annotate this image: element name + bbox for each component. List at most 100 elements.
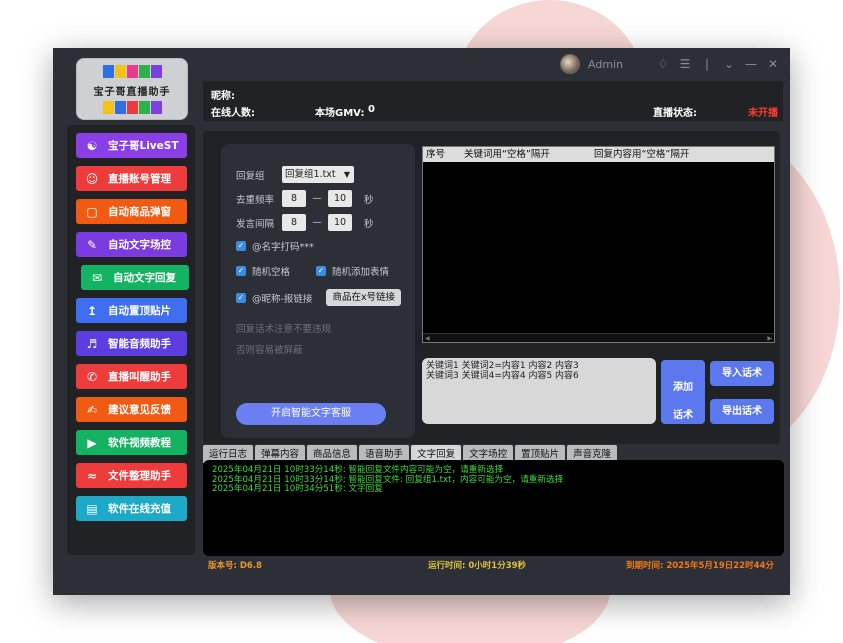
live-status-value: 未开播 xyxy=(748,108,778,119)
sidebar-item-text-reply[interactable]: ✉ 自动文字回复 xyxy=(81,265,189,290)
import-script-button[interactable]: 导入话术 xyxy=(710,361,774,386)
menu-icon[interactable]: ☰ xyxy=(678,57,692,71)
table-header: 序号 关键词用“空格”隔开 回复内容用“空格”隔开 xyxy=(423,147,774,162)
sidebar-item-file-organizer[interactable]: ≈ 文件整理助手 xyxy=(76,463,187,488)
random-emoji-checkbox[interactable]: ✓ xyxy=(316,266,326,276)
live-status-label: 直播状态: xyxy=(653,108,697,119)
text-reply-panel: 回复组 回复组1.txt ▼ 去重频率 8 — 10 秒 发言间隔 8 — 10… xyxy=(203,131,780,444)
message-icon: ✉ xyxy=(91,270,103,285)
sidebar-item-feedback[interactable]: ✍ 建议意见反馈 xyxy=(76,397,187,422)
sidebar-item-account[interactable]: ☺ 直播账号管理 xyxy=(76,166,187,191)
bell-icon[interactable]: ♢ xyxy=(656,57,670,71)
chevron-down-icon[interactable]: ⌄ xyxy=(722,57,736,71)
interval-label: 发言间隔 xyxy=(236,218,275,230)
sidebar-item-pin-sticker[interactable]: ↥ 自动置顶贴片 xyxy=(76,298,187,323)
nickname-label: 昵称: xyxy=(211,91,235,102)
dedupe-max-input[interactable]: 10 xyxy=(328,190,352,207)
add-script-label-2: 话术 xyxy=(673,410,693,421)
sidebar-item-label: 建议意见反馈 xyxy=(108,404,171,416)
live-info-bar: 昵称: 在线人数: 本场GMV: 0 直播状态: 未开播 xyxy=(203,81,783,121)
add-script-button[interactable]: 添加 话术 xyxy=(661,360,705,424)
sidebar-item-video-tutorial[interactable]: ▶ 软件视频教程 xyxy=(76,430,187,455)
add-script-label-1: 添加 xyxy=(673,382,693,393)
app-logo-text: 宝子哥直播助手 xyxy=(93,87,171,98)
phone-icon: ✆ xyxy=(86,369,98,384)
horizontal-scrollbar[interactable]: ◀ ▶ xyxy=(423,333,774,342)
random-space-checkbox[interactable]: ✓ xyxy=(236,266,246,276)
sidebar-item-label: 宝子哥LiveST xyxy=(108,140,179,152)
sidebar-item-label: 智能音频助手 xyxy=(108,338,171,350)
waveform-icon: ≈ xyxy=(86,468,98,483)
textarea-line: 关键词1 关键词2=内容1 内容2 内容3 xyxy=(426,361,579,371)
reply-group-select[interactable]: 回复组1.txt ▼ xyxy=(282,166,354,183)
close-icon[interactable]: ✕ xyxy=(766,57,780,71)
avatar[interactable] xyxy=(560,54,580,74)
column-header-index: 序号 xyxy=(426,149,446,160)
window-icon: ▢ xyxy=(86,204,98,219)
nickname-link-label: @昵称-报链接 xyxy=(252,293,313,305)
sidebar-item-label: 直播账号管理 xyxy=(108,173,171,185)
reply-group-label: 回复组 xyxy=(236,170,265,182)
start-smart-reply-button[interactable]: 开启智能文字客服 xyxy=(236,403,386,425)
sidebar-item-product-popup[interactable]: ▢ 自动商品弹窗 xyxy=(76,199,187,224)
minimize-icon[interactable]: — xyxy=(744,57,758,71)
sidebar-item-text-control[interactable]: ✎ 自动文字场控 xyxy=(76,232,187,257)
gmv-label: 本场GMV: xyxy=(315,108,365,119)
sidebar-item-recharge[interactable]: ▤ 软件在线充值 xyxy=(76,496,187,521)
online-count-label: 在线人数: xyxy=(211,108,255,119)
app-logo: 宝子哥直播助手 xyxy=(76,58,188,120)
keyword-reply-textarea[interactable]: 关键词1 关键词2=内容1 内容2 内容3 关键词3 关键词4=内容4 内容5 … xyxy=(422,358,656,424)
pin-top-icon: ↥ xyxy=(86,303,98,318)
sidebar-item-label: 软件视频教程 xyxy=(108,437,171,449)
column-header-keywords: 关键词用“空格”隔开 xyxy=(464,149,550,160)
column-header-replies: 回复内容用“空格”隔开 xyxy=(594,149,690,160)
sidebar-item-label: 自动商品弹窗 xyxy=(108,206,171,218)
sidebar-item-label: 自动置顶贴片 xyxy=(108,305,171,317)
nickname-link-checkbox[interactable]: ✓ xyxy=(236,292,246,303)
reply-settings-form: 回复组 回复组1.txt ▼ 去重频率 8 — 10 秒 发言间隔 8 — 10… xyxy=(221,144,415,438)
link-template-button[interactable]: 商品在x号链接 xyxy=(326,289,402,306)
pen-icon: ✎ xyxy=(86,237,98,252)
range-dash: — xyxy=(312,193,322,204)
interval-max-input[interactable]: 10 xyxy=(328,214,352,231)
sidebar-item-label: 自动文字场控 xyxy=(108,239,171,251)
expire-label: 到期时间: 2025年5月19日22时44分 xyxy=(626,561,774,571)
random-space-label: 随机空格 xyxy=(252,267,291,278)
log-line: 2025年04月21日 10时34分51秒: 文字回复 xyxy=(212,484,383,494)
scroll-left-icon[interactable]: ◀ xyxy=(425,334,430,343)
unit-seconds: 秒 xyxy=(364,194,374,206)
note-line-1: 回复话术注意不要违规 xyxy=(236,324,332,335)
random-emoji-label: 随机添加表情 xyxy=(332,267,390,278)
stage: 宝子哥直播助手 Admin ♢ ☰ | ⌄ — ✕ 昵称: 在线人数: 本场GM… xyxy=(0,0,843,643)
export-script-button[interactable]: 导出话术 xyxy=(710,399,774,424)
reply-group-value: 回复组1.txt xyxy=(285,169,336,180)
name-mask-checkbox[interactable]: ✓ xyxy=(236,241,246,251)
name-mask-label: @名字打码*** xyxy=(252,242,314,253)
app-window: 宝子哥直播助手 Admin ♢ ☰ | ⌄ — ✕ 昵称: 在线人数: 本场GM… xyxy=(53,48,790,595)
monitor-icon: ▶ xyxy=(87,435,97,450)
speaker-icon: ♬ xyxy=(86,336,98,351)
sidebar-item-label: 文件整理助手 xyxy=(108,470,171,482)
range-dash: — xyxy=(312,217,322,228)
run-log: 2025年04月21日 10时33分14秒: 智能回复文件内容可能为空，请重新选… xyxy=(203,460,784,556)
sidebar-item-audio[interactable]: ♬ 智能音频助手 xyxy=(76,331,187,356)
gmv-value: 0 xyxy=(368,104,375,115)
sidebar-item-label: 自动文字回复 xyxy=(113,272,176,284)
users-icon: ☯ xyxy=(86,138,98,153)
sidebar-item-label: 软件在线充值 xyxy=(108,503,171,515)
sidebar-item-livest[interactable]: ☯ 宝子哥LiveST xyxy=(76,133,187,158)
title-bar-controls: Admin ♢ ☰ | ⌄ — ✕ xyxy=(560,54,780,74)
sidebar: ☯ 宝子哥LiveST ☺ 直播账号管理 ▢ 自动商品弹窗 ✎ 自动文字场控 ✉… xyxy=(67,125,195,555)
user-icon: ☺ xyxy=(85,171,99,186)
interval-min-input[interactable]: 8 xyxy=(282,214,306,231)
dedupe-min-input[interactable]: 8 xyxy=(282,190,306,207)
sidebar-item-wakeup[interactable]: ✆ 直播叫醒助手 xyxy=(76,364,187,389)
edit-icon: ✍ xyxy=(86,402,98,417)
runtime-label: 运行时间: 0小时1分39秒 xyxy=(428,561,527,571)
divider: | xyxy=(704,57,710,71)
document-icon: ▤ xyxy=(86,501,98,516)
textarea-line: 关键词3 关键词4=内容4 内容5 内容6 xyxy=(426,371,579,381)
note-line-2: 否则容易被屏蔽 xyxy=(236,345,303,356)
unit-seconds: 秒 xyxy=(364,218,374,230)
scroll-right-icon[interactable]: ▶ xyxy=(767,334,772,343)
